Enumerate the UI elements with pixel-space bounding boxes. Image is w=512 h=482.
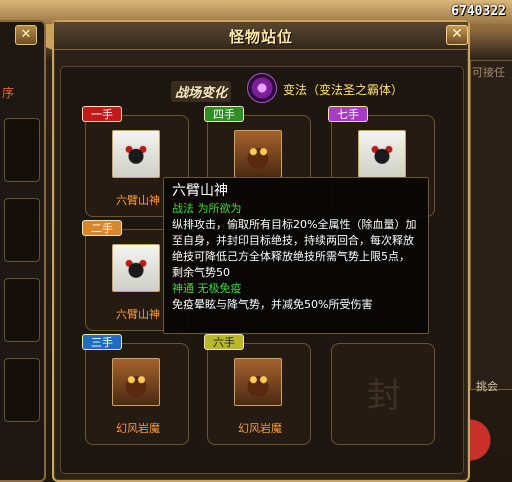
tooltip-monster-name: 六臂山神 [172,183,228,199]
rock-demon-icon[interactable] [112,358,160,406]
slot-order-badge: 三手 [82,334,122,350]
transform-icon[interactable] [247,73,277,103]
background-left-slot [4,278,40,342]
slot-order-badge: 一手 [82,106,122,122]
dialog-title: 怪物站位 [228,28,293,46]
field-change-banner: 战场变化 变法（变法圣之霸体） [171,73,421,107]
tooltip-skill2-name: 神通 无极免疫 [172,282,242,295]
close-button[interactable]: ✕ [446,25,468,45]
background-left-label: 序 [2,86,15,100]
formation-slot-sealed[interactable]: 封 [331,343,435,445]
white-mask-monster-icon[interactable] [112,130,160,178]
monster-name: 幻风岩魔 [238,422,282,435]
formation-slot-6[interactable]: 六手 幻风岩魔 [204,334,311,445]
sealed-slot-icon: 封 [367,376,401,416]
background-right-window [470,60,512,390]
formation-slot-3[interactable]: 三手 幻风岩魔 [82,334,189,445]
monster-name: 幻风岩魔 [116,422,160,435]
white-mask-monster-icon[interactable] [358,130,406,178]
field-change-effect: 变法（变法圣之霸体） [283,83,404,97]
tooltip-skill2-desc: 免疫晕眩与降气势，并减免50%所受伤害 [172,298,373,311]
rock-demon-icon[interactable] [234,358,282,406]
tooltip-skill1-name: 战法 为所欲为 [172,202,242,215]
background-right-label: 可接任 [472,66,505,79]
white-mask-monster-icon[interactable] [112,244,160,292]
background-close-icon[interactable]: ✕ [15,25,37,45]
background-left-slot [4,198,40,262]
gold-amount: 6740322 [451,4,506,19]
slot-order-badge: 二手 [82,220,122,236]
slot-order-badge: 七手 [328,106,368,122]
background-left-slot [4,358,40,422]
monster-tooltip: 六臂山神 战法 为所欲为 纵排攻击，偷取所有目标20%全属性（除血量）加至自身，… [163,177,429,334]
slot-order-badge: 六手 [204,334,244,350]
slot-order-badge: 四手 [204,106,244,122]
tooltip-skill1-desc: 纵排攻击，偷取所有目标20%全属性（除血量）加至自身，并封印目标绝技，持续两回合… [172,218,417,279]
background-left-slot [4,118,40,182]
background-right-label-2: 挑会 [476,380,498,393]
rock-demon-icon[interactable] [234,130,282,178]
field-change-label: 战场变化 [171,81,232,102]
